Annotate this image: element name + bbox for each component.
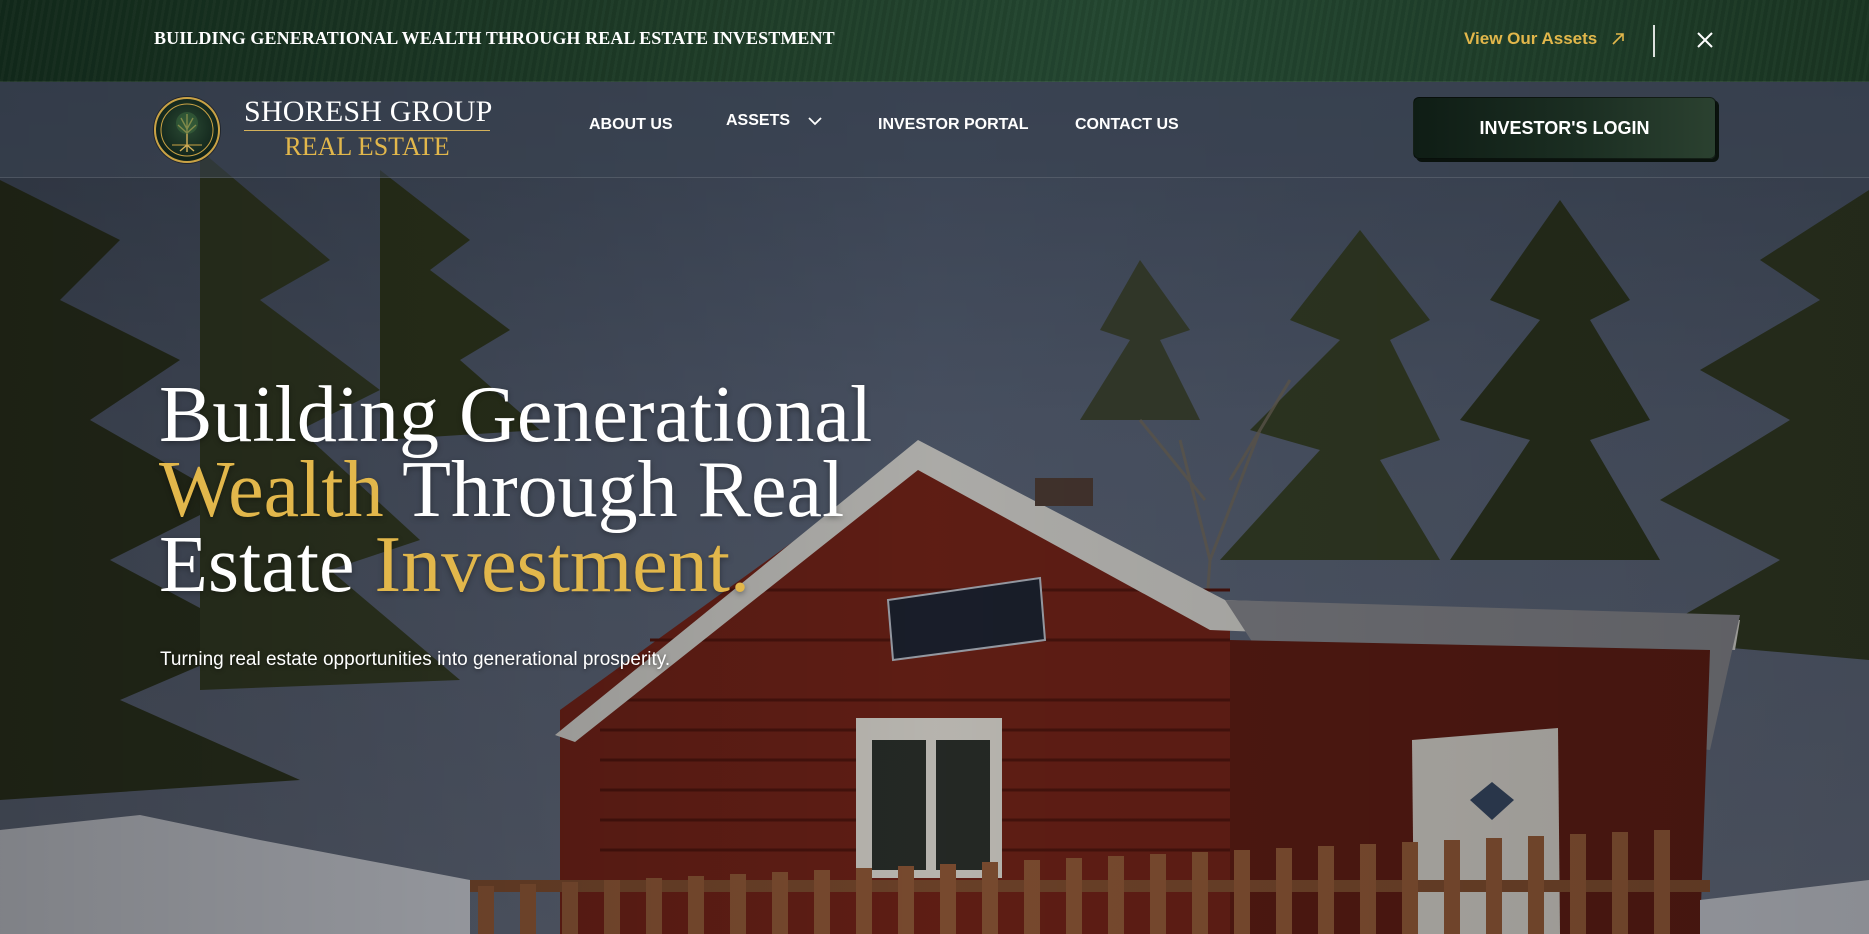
investor-login-button[interactable]: INVESTOR'S LOGIN bbox=[1413, 97, 1716, 159]
nav-assets-label: ASSETS bbox=[726, 112, 791, 129]
view-assets-label: View Our Assets bbox=[1464, 29, 1598, 48]
brand-name: SHORESH GROUP bbox=[244, 95, 493, 128]
announcement-divider bbox=[1653, 25, 1655, 57]
landing-page: BUILDING GENERATIONAL WEALTH THROUGH REA… bbox=[0, 0, 1869, 934]
nav-investor-portal[interactable]: INVESTOR PORTAL bbox=[878, 116, 1029, 134]
nav-contact-us[interactable]: CONTACT US bbox=[1075, 116, 1179, 134]
hero-title-estate: Estate bbox=[159, 521, 375, 609]
close-icon bbox=[1697, 32, 1713, 48]
brand-tagline: REAL ESTATE bbox=[284, 132, 450, 161]
view-assets-link[interactable]: View Our Assets bbox=[1464, 29, 1625, 49]
hero-headline: Building Generational Wealth Through Real… bbox=[159, 375, 872, 605]
arrow-up-right-icon bbox=[1612, 33, 1625, 45]
close-announcement-button[interactable] bbox=[1693, 28, 1717, 52]
brand-logo-text[interactable]: SHORESH GROUP REAL ESTATE bbox=[244, 95, 493, 161]
announcement-bar: BUILDING GENERATIONAL WEALTH THROUGH REA… bbox=[0, 0, 1869, 82]
tree-emblem-icon[interactable] bbox=[154, 97, 220, 163]
tree-emblem-graphic bbox=[160, 103, 214, 157]
nav-assets-dropdown[interactable]: ASSETS bbox=[726, 112, 822, 130]
brand-divider-line bbox=[244, 130, 490, 131]
hero-title-investment: Investment. bbox=[374, 521, 750, 609]
announcement-text: BUILDING GENERATIONAL WEALTH THROUGH REA… bbox=[154, 28, 835, 48]
main-navbar: SHORESH GROUP REAL ESTATE ABOUT US ASSET… bbox=[0, 82, 1869, 178]
nav-about-us[interactable]: ABOUT US bbox=[589, 116, 673, 134]
chevron-down-icon bbox=[808, 116, 822, 125]
hero-subtitle: Turning real estate opportunities into g… bbox=[160, 649, 671, 670]
